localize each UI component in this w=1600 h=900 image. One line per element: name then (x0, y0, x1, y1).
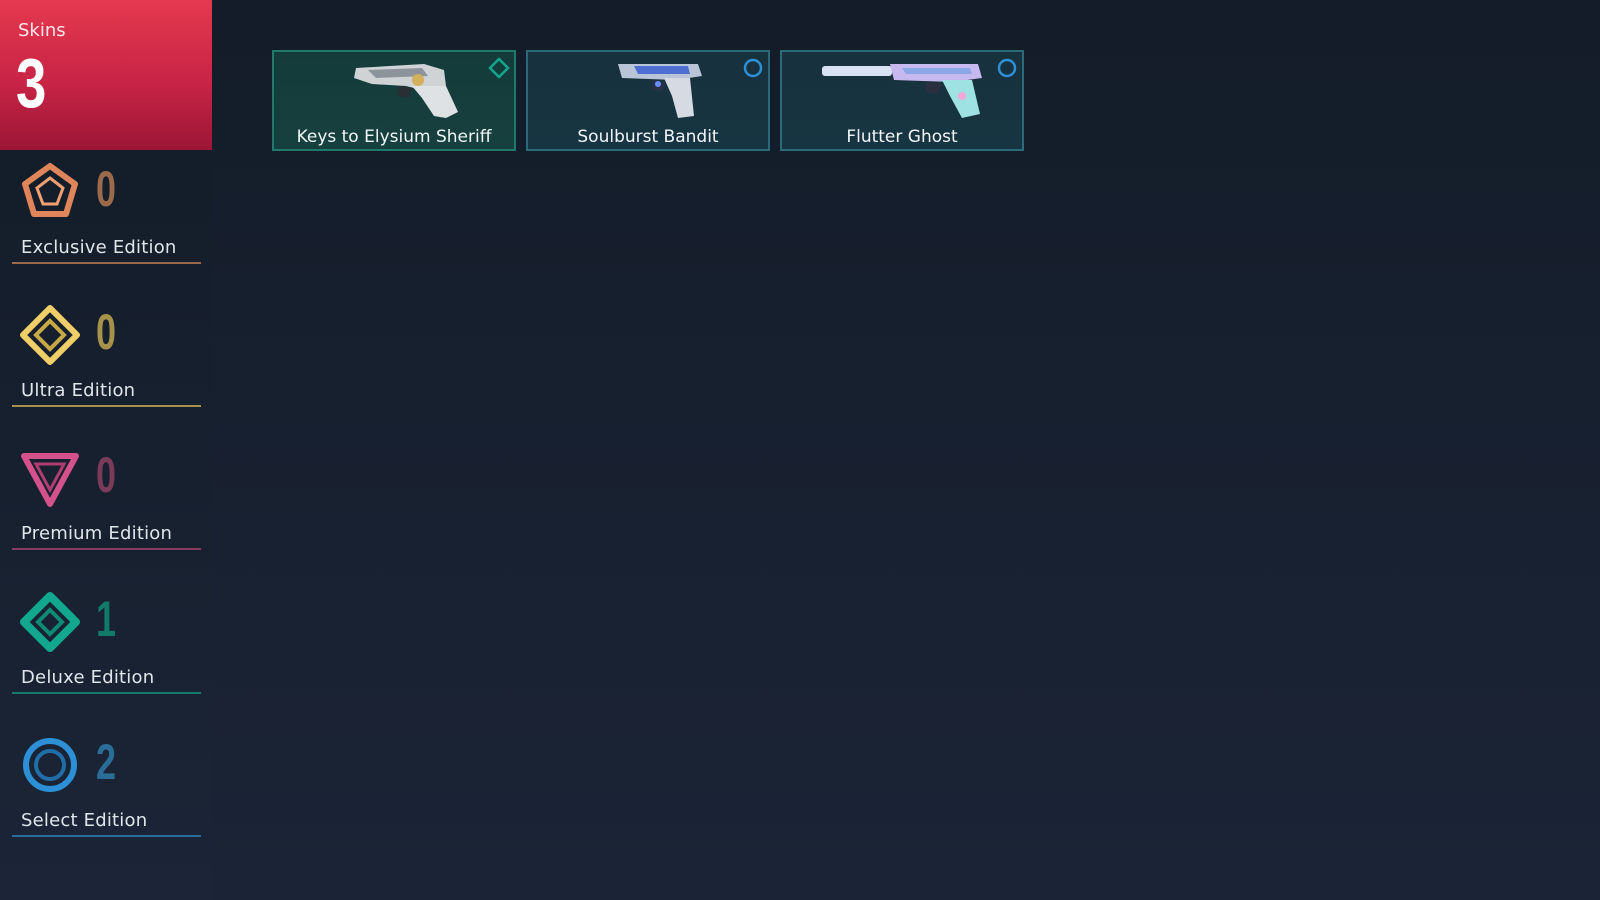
premium-edition-icon (21, 453, 79, 507)
tier-divider (12, 835, 201, 837)
total-skins-label: Skins (18, 20, 66, 41)
skin-name: Keys to Elysium Sheriff (296, 127, 492, 147)
skin-card-keys-to-elysium-sheriff[interactable]: Keys to Elysium Sheriff (272, 50, 516, 151)
select-edition-icon (23, 738, 77, 792)
tier-count: 1 (96, 591, 117, 647)
tier-divider (12, 405, 201, 407)
deluxe-edition-icon (488, 57, 510, 79)
bandit-pistol-icon (618, 64, 702, 118)
tier-select-edition[interactable]: 2 Select Edition (12, 734, 201, 837)
tier-exclusive-edition[interactable]: 0 Exclusive Edition (12, 161, 201, 264)
skin-name: Soulburst Bandit (577, 127, 719, 147)
tier-name: Ultra Edition (21, 380, 136, 401)
total-skins-count: 3 (16, 44, 47, 122)
edition-sidebar: Skins 3 0 Exclusive Edition 0 Ultra Edit… (0, 0, 212, 900)
tier-count: 0 (96, 304, 117, 360)
tier-divider (12, 262, 201, 264)
tier-count: 0 (96, 161, 117, 217)
select-edition-icon (743, 58, 763, 78)
tier-name: Select Edition (21, 810, 148, 831)
tier-divider (12, 548, 201, 550)
tier-name: Deluxe Edition (21, 667, 155, 688)
tier-count: 0 (96, 447, 117, 503)
sheriff-revolver-icon (354, 64, 458, 118)
tier-name: Exclusive Edition (21, 237, 177, 258)
skin-card-flutter-ghost[interactable]: Flutter Ghost (780, 50, 1024, 151)
tier-ultra-edition[interactable]: 0 Ultra Edition (12, 304, 201, 407)
tier-divider (12, 692, 201, 694)
tier-name: Premium Edition (21, 523, 173, 544)
tier-count: 2 (96, 734, 117, 790)
skin-card-soulburst-bandit[interactable]: Soulburst Bandit (526, 50, 770, 151)
tier-deluxe-edition[interactable]: 1 Deluxe Edition (12, 591, 201, 694)
deluxe-edition-icon (20, 592, 80, 652)
select-edition-icon (997, 58, 1017, 78)
tier-premium-edition[interactable]: 0 Premium Edition (12, 447, 201, 550)
ultra-edition-icon (20, 305, 80, 365)
skin-name: Flutter Ghost (846, 127, 958, 147)
total-skins-card: Skins 3 (0, 0, 212, 150)
exclusive-edition-icon (22, 163, 78, 217)
ghost-pistol-icon (822, 64, 982, 118)
skins-grid: Keys to Elysium Sheriff Soulburst Bandit… (272, 50, 1024, 151)
